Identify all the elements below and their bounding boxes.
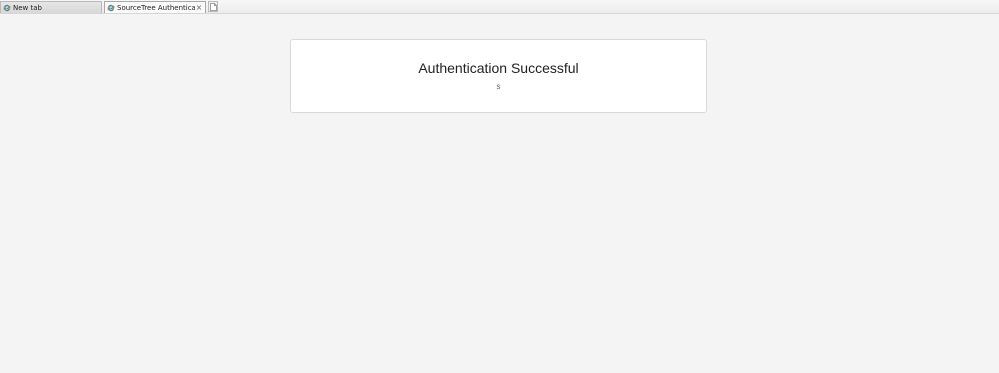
page-subtitle: s (496, 82, 501, 91)
svg-text:e: e (6, 6, 9, 11)
new-tab-button[interactable] (208, 1, 218, 12)
tab-sourcetree-authentication[interactable]: e SourceTree Authentication × (104, 1, 206, 13)
ie-globe-icon: e (3, 4, 11, 11)
svg-text:e: e (110, 6, 113, 11)
ie-globe-icon: e (107, 4, 115, 11)
browser-tab-strip: e New tab e SourceTree Authentication × (0, 0, 999, 14)
tab-label: New tab (13, 3, 42, 12)
page-title: Authentication Successful (418, 60, 579, 76)
new-page-icon (209, 2, 217, 11)
tab-label: SourceTree Authentication (117, 3, 195, 12)
close-icon[interactable]: × (195, 3, 203, 12)
tab-new-tab[interactable]: e New tab (0, 1, 102, 13)
auth-message-card: Authentication Successful s (290, 39, 707, 113)
